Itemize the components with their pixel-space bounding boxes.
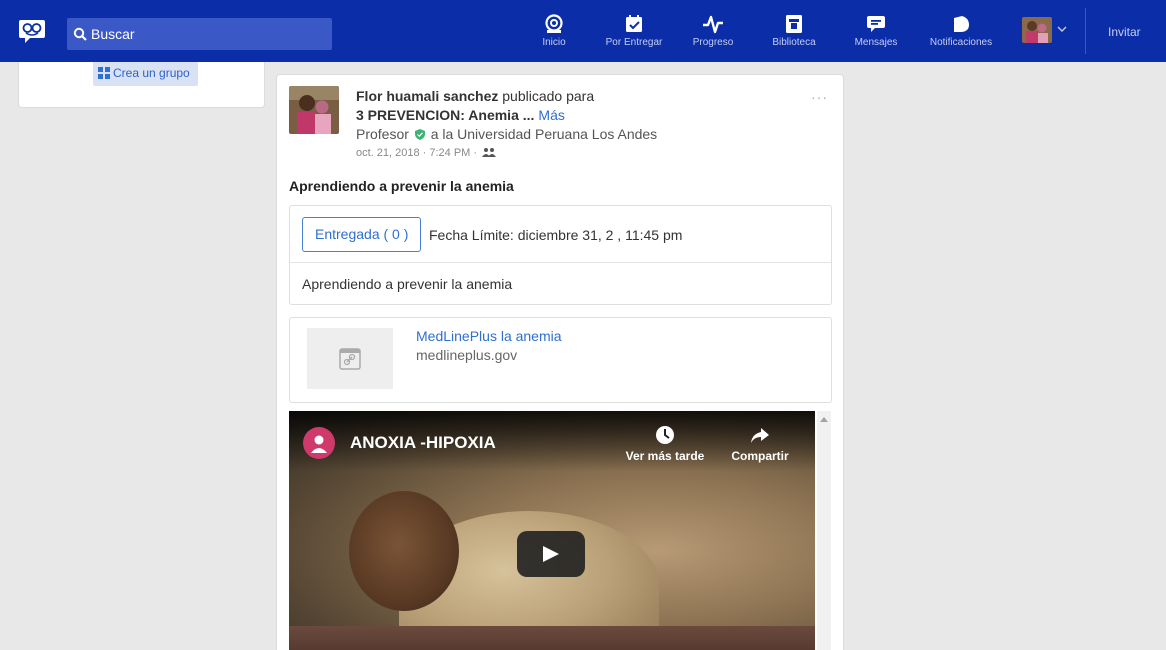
share-label: Compartir: [731, 449, 789, 463]
due-date: Fecha Límite: diciembre 31, 2 , 11:45 pm: [429, 227, 683, 243]
search-icon: [73, 27, 87, 41]
nav-biblioteca-label: Biblioteca: [772, 37, 816, 48]
nav-divider: [1085, 8, 1086, 54]
video-title[interactable]: ANOXIA -HIPOXIA: [350, 433, 496, 453]
search-input[interactable]: [91, 18, 326, 50]
invite-link[interactable]: Invitar: [1108, 25, 1141, 39]
video-frame-ground: [289, 626, 815, 650]
more-link[interactable]: Más: [538, 107, 564, 123]
link-attachment[interactable]: MedLinePlus la anemia medlineplus.gov: [289, 317, 832, 403]
play-button[interactable]: [517, 531, 585, 577]
posted-for-text: publicado para: [502, 88, 595, 104]
video-player[interactable]: ANOXIA -HIPOXIA Ver más tarde Compartir: [289, 411, 815, 650]
post-title: Aprendiendo a prevenir la anemia: [289, 178, 514, 194]
top-navigation-bar: Inicio Por Entregar Progreso Biblioteca: [0, 0, 1166, 62]
nav-inicio[interactable]: Inicio: [535, 0, 573, 62]
link-thumbnail: [307, 328, 393, 389]
video-frame-face: [349, 491, 459, 611]
link-icon: [339, 348, 361, 370]
nav-inicio-label: Inicio: [542, 37, 566, 48]
nav-progreso-label: Progreso: [692, 37, 734, 48]
play-icon: [543, 546, 559, 562]
nav-notificaciones-label: Notificaciones: [929, 37, 993, 48]
submitted-label: Entregada: [315, 226, 380, 242]
edmodo-logo-icon[interactable]: [18, 18, 46, 44]
grid-icon: [98, 67, 110, 79]
assignment-box: Entregada ( 0 ) Fecha Límite: diciembre …: [289, 205, 832, 305]
assignment-divider: [290, 262, 831, 263]
nav-mensajes[interactable]: Mensajes: [851, 0, 901, 62]
user-silhouette-icon: [311, 435, 327, 453]
nav-progreso[interactable]: Progreso: [690, 0, 736, 62]
create-group-button[interactable]: Crea un grupo: [93, 62, 198, 86]
share-button[interactable]: Compartir: [725, 425, 795, 463]
nav-por-entregar-label: Por Entregar: [605, 37, 663, 48]
clock-icon: [656, 426, 674, 444]
create-group-label: Crea un grupo: [113, 66, 190, 80]
watch-later-button[interactable]: Ver más tarde: [620, 425, 710, 463]
nav-mensajes-label: Mensajes: [854, 37, 898, 48]
sidebar-groups-card: Crea un grupo: [18, 62, 265, 108]
channel-avatar[interactable]: [303, 427, 335, 459]
watch-later-label: Ver más tarde: [625, 449, 705, 463]
messages-icon: [867, 16, 885, 32]
role-line: Profesor a la Universidad Peruana Los An…: [356, 126, 657, 142]
post-timestamp[interactable]: oct. 21, 2018 · 7:24 PM ·: [356, 147, 477, 159]
home-icon: [545, 14, 563, 33]
chevron-down-icon[interactable]: [1057, 26, 1067, 33]
search-box: [67, 18, 332, 50]
link-domain: medlineplus.gov: [416, 347, 518, 363]
group-name[interactable]: 3 PREVENCION: Anemia ...: [356, 107, 534, 123]
nav-notificaciones[interactable]: Notificaciones: [925, 0, 997, 62]
assignment-description: Aprendiendo a prevenir la anemia: [302, 276, 513, 292]
progress-icon: [703, 15, 723, 34]
author-name[interactable]: Flor huamali sanchez: [356, 88, 498, 104]
nav-biblioteca[interactable]: Biblioteca: [767, 0, 821, 62]
video-scrollbar[interactable]: [817, 411, 831, 650]
submitted-count: ( 0 ): [383, 226, 409, 242]
post-card: Flor huamali sanchez publicado para 3 PR…: [276, 74, 844, 650]
assignments-icon: [626, 15, 642, 32]
library-icon: [786, 15, 802, 33]
link-title[interactable]: MedLinePlus la anemia: [416, 328, 562, 344]
nav-por-entregar[interactable]: Por Entregar: [598, 0, 670, 62]
post-menu-button[interactable]: ···: [811, 89, 828, 105]
submitted-button[interactable]: Entregada ( 0 ): [302, 217, 422, 252]
user-avatar[interactable]: [1022, 17, 1052, 43]
verified-shield-icon: [414, 129, 425, 140]
group-audience-icon: [482, 148, 497, 157]
institution-name[interactable]: a la Universidad Peruana Los Andes: [431, 126, 657, 142]
scroll-up-arrow-icon[interactable]: [820, 417, 828, 422]
post-date-line: oct. 21, 2018 · 7:24 PM ·: [356, 147, 497, 159]
notifications-icon: [954, 16, 969, 32]
group-line: 3 PREVENCION: Anemia ... Más: [356, 107, 565, 123]
author-avatar[interactable]: [289, 86, 339, 134]
author-line: Flor huamali sanchez publicado para: [356, 88, 594, 104]
role-label: Profesor: [356, 126, 409, 142]
share-arrow-icon: [751, 428, 769, 443]
